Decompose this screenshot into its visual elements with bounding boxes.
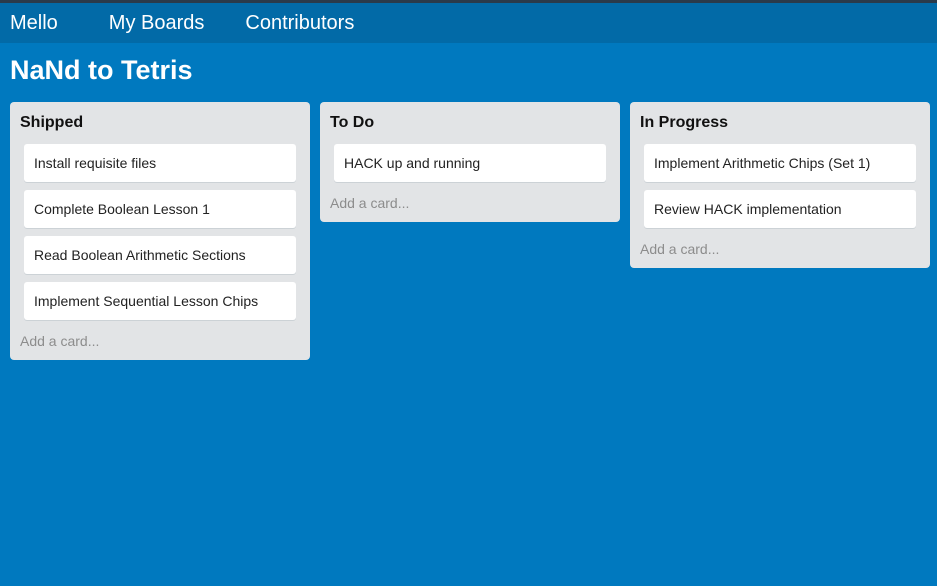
card[interactable]: Read Boolean Arithmetic Sections	[24, 236, 296, 274]
add-card-link[interactable]: Add a card...	[640, 240, 916, 258]
card[interactable]: Implement Arithmetic Chips (Set 1)	[644, 144, 916, 182]
add-card-link[interactable]: Add a card...	[330, 194, 606, 212]
list-to-do: To Do HACK up and running Add a card...	[320, 102, 620, 222]
brand-link[interactable]: Mello	[10, 3, 58, 43]
card[interactable]: HACK up and running	[334, 144, 606, 182]
nav-my-boards[interactable]: My Boards	[109, 3, 205, 43]
card[interactable]: Complete Boolean Lesson 1	[24, 190, 296, 228]
list-shipped: Shipped Install requisite files Complete…	[10, 102, 310, 360]
list-in-progress: In Progress Implement Arithmetic Chips (…	[630, 102, 930, 268]
card[interactable]: Review HACK implementation	[644, 190, 916, 228]
list-title[interactable]: Shipped	[20, 114, 296, 132]
top-navbar: Mello My Boards Contributors	[0, 3, 937, 43]
nav-contributors[interactable]: Contributors	[245, 3, 354, 43]
card[interactable]: Implement Sequential Lesson Chips	[24, 282, 296, 320]
card[interactable]: Install requisite files	[24, 144, 296, 182]
list-title[interactable]: To Do	[330, 114, 606, 132]
list-title[interactable]: In Progress	[640, 114, 916, 132]
add-card-link[interactable]: Add a card...	[20, 332, 296, 350]
board-title: NaNd to Tetris	[10, 55, 193, 85]
